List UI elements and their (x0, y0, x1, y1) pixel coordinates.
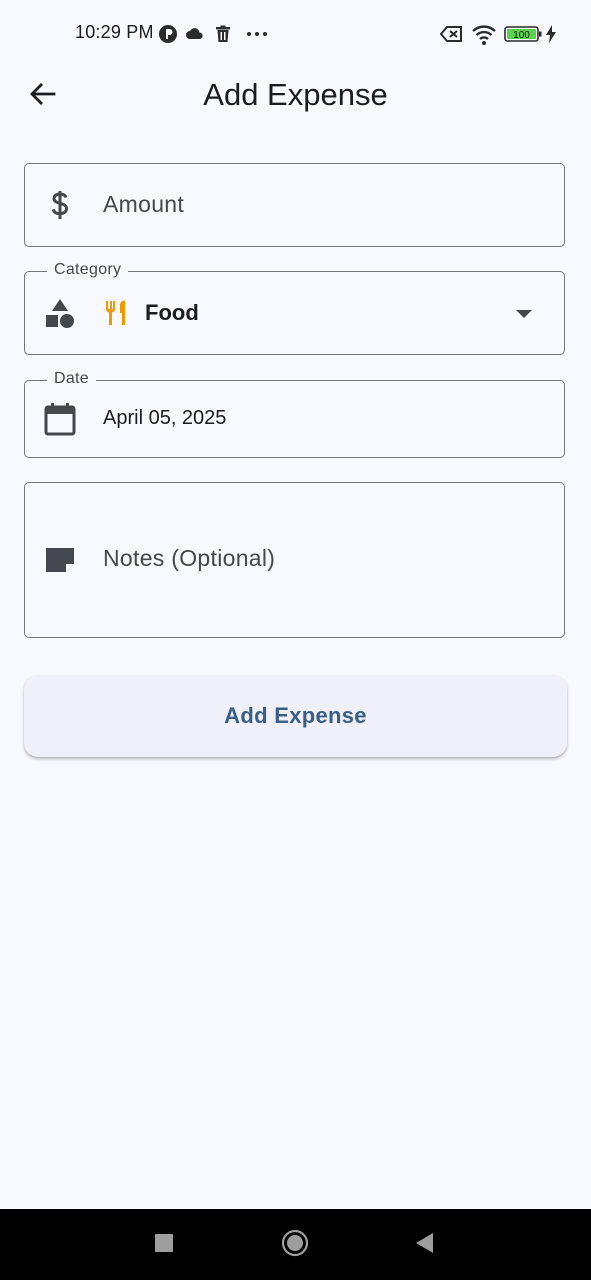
amount-field[interactable]: Amount (24, 163, 565, 247)
battery-icon: 100 (504, 24, 544, 44)
fork-knife-icon (103, 299, 131, 332)
dollar-icon (43, 188, 77, 222)
notes-field[interactable]: Notes (Optional) (24, 482, 565, 638)
notes-placeholder: Notes (Optional) (103, 545, 276, 571)
date-label: Date (47, 370, 96, 388)
system-nav-bar (0, 1209, 591, 1280)
trash-icon (213, 24, 233, 44)
add-expense-button[interactable]: Add Expense (24, 675, 567, 757)
more-dots-icon (246, 24, 267, 44)
back-triangle-icon (414, 1232, 434, 1259)
shapes-icon (43, 296, 77, 330)
svg-text:100: 100 (513, 30, 530, 41)
recents-button[interactable] (148, 1229, 180, 1261)
status-time: 10:29 PM (75, 22, 154, 42)
cloud-icon (185, 24, 205, 44)
chevron-down-icon (516, 310, 532, 318)
p-badge-icon (158, 24, 178, 44)
nav-back-button[interactable] (408, 1229, 440, 1261)
amount-placeholder: Amount (103, 191, 185, 217)
wifi-icon (471, 24, 497, 45)
calendar-icon (43, 402, 77, 436)
date-value: April 05, 2025 (103, 407, 227, 429)
category-value: Food (145, 300, 199, 325)
home-button[interactable] (279, 1229, 311, 1261)
home-circle-icon (281, 1229, 309, 1262)
charging-bolt-icon (545, 24, 557, 44)
date-field[interactable]: Date April 05, 2025 (24, 370, 565, 458)
category-dropdown[interactable]: Category Food (24, 261, 565, 355)
recents-square-icon (154, 1233, 174, 1258)
note-icon (43, 543, 77, 577)
sim-off-icon (439, 24, 464, 44)
category-label: Category (47, 261, 129, 279)
page-title: Add Expense (203, 77, 388, 112)
